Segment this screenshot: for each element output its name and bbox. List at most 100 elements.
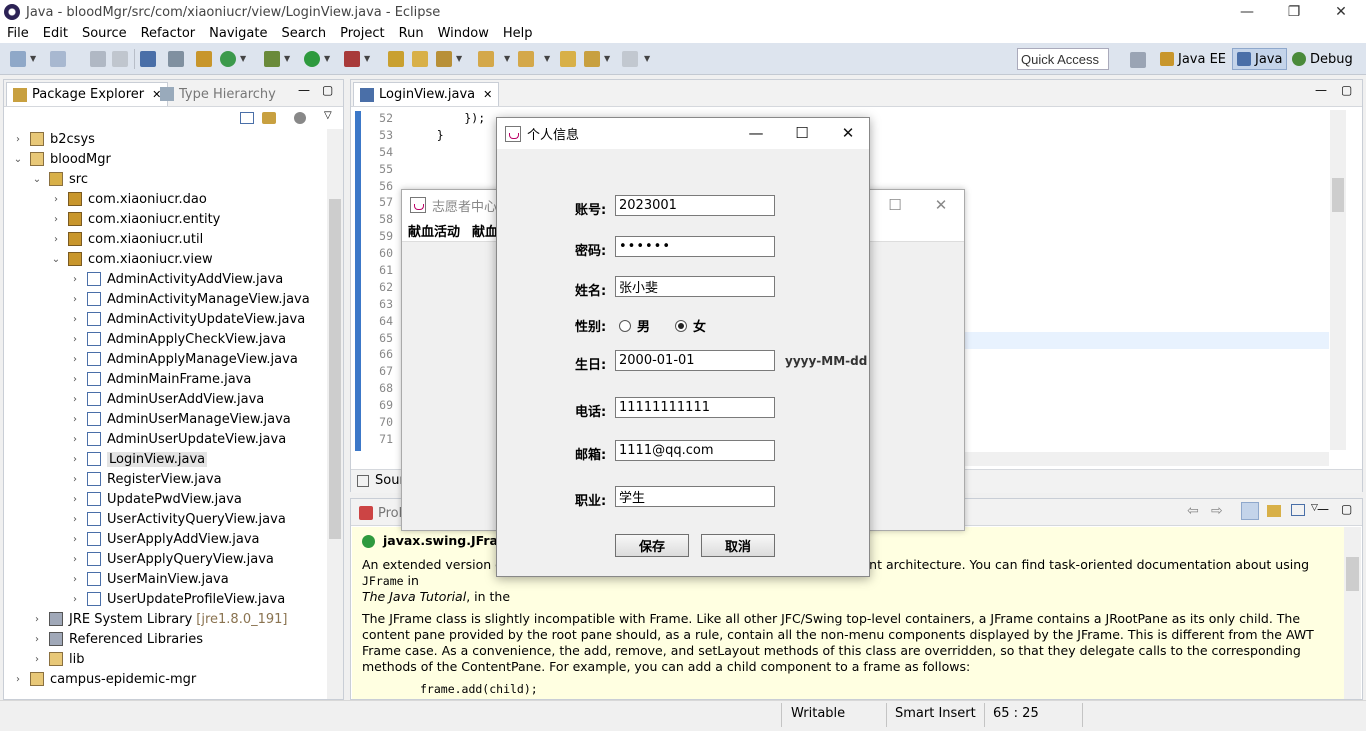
save-icon[interactable] (50, 51, 66, 67)
tree-item[interactable]: › LoginView.java (69, 449, 208, 469)
perspective-java[interactable]: Java (1232, 48, 1288, 70)
link-with-selection-icon[interactable] (1241, 502, 1259, 520)
tree-item[interactable]: › AdminActivityAddView.java (69, 269, 283, 289)
chevron-down-icon[interactable]: ⌄ (50, 254, 62, 265)
menu-blood-activity[interactable]: 献血活动 (402, 221, 466, 240)
last-edit-location-icon[interactable] (560, 51, 576, 67)
skip-breakpoints-icon[interactable] (168, 51, 184, 67)
tree-item[interactable]: ⌄ com.xiaoniucr.view (50, 249, 213, 269)
minimize-button[interactable]: — (1224, 0, 1270, 24)
chevron-right-icon[interactable]: › (69, 274, 81, 285)
tree-item[interactable]: › UserUpdateProfileView.java (69, 589, 285, 609)
close-window-button[interactable]: ✕ (918, 190, 964, 220)
save-button[interactable]: 保存 (615, 534, 689, 557)
collapse-all-icon[interactable] (240, 112, 254, 124)
debug-dropdown-icon[interactable]: ▼ (284, 54, 290, 63)
close-dialog-button[interactable]: ✕ (825, 118, 871, 148)
run-dropdown-icon[interactable]: ▼ (324, 54, 330, 63)
tree-item[interactable]: › AdminUserAddView.java (69, 389, 264, 409)
chevron-right-icon[interactable]: › (12, 134, 24, 145)
perspective-debug[interactable]: Debug (1288, 48, 1357, 70)
chevron-down-icon[interactable]: ⌄ (12, 154, 24, 165)
forward-icon[interactable] (622, 51, 638, 67)
menu-edit[interactable]: Edit (36, 26, 75, 41)
chevron-right-icon[interactable]: › (31, 634, 43, 645)
back-icon[interactable]: ⇦ (1187, 503, 1199, 519)
tree-item[interactable]: › campus-epidemic-mgr (12, 669, 196, 689)
tree-item[interactable]: › AdminUserUpdateView.java (69, 429, 286, 449)
chevron-right-icon[interactable]: › (69, 454, 81, 465)
scrollbar-thumb[interactable] (1346, 557, 1359, 591)
back-icon[interactable] (584, 51, 600, 67)
menu-window[interactable]: Window (431, 26, 496, 41)
javadoc-scrollbar[interactable] (1344, 527, 1361, 699)
chevron-right-icon[interactable]: › (50, 234, 62, 245)
chevron-right-icon[interactable]: › (31, 654, 43, 665)
menu-project[interactable]: Project (333, 26, 391, 41)
tree-item[interactable]: › UpdatePwdView.java (69, 489, 242, 509)
maximize-button[interactable]: ☐ (872, 190, 918, 220)
open-browser-icon[interactable] (1291, 504, 1305, 516)
tree-item[interactable]: › com.xiaoniucr.entity (50, 209, 220, 229)
minimize-view-icon[interactable]: — (1315, 83, 1327, 97)
perspective-java-ee[interactable]: Java EE (1156, 48, 1230, 70)
open-type-icon[interactable] (388, 51, 404, 67)
minimize-button[interactable]: — (733, 118, 779, 148)
chevron-right-icon[interactable]: › (69, 374, 81, 385)
scrollbar-thumb[interactable] (329, 199, 341, 539)
password-field[interactable] (615, 236, 775, 257)
view-menu-icon[interactable] (294, 112, 306, 124)
open-folder-icon[interactable] (412, 51, 428, 67)
tree-item[interactable]: ⌄ src (31, 169, 88, 189)
chevron-right-icon[interactable]: › (69, 414, 81, 425)
chevron-right-icon[interactable]: › (12, 674, 24, 685)
mark-dropdown-icon[interactable]: ▼ (456, 54, 462, 63)
code-line[interactable] (409, 162, 485, 179)
menu-refactor[interactable]: Refactor (134, 26, 203, 41)
chevron-right-icon[interactable]: › (69, 494, 81, 505)
chevron-right-icon[interactable]: › (69, 434, 81, 445)
gender-male-radio[interactable]: 男 (619, 316, 650, 335)
tree-item[interactable]: ⌄ bloodMgr (12, 149, 111, 169)
code-line[interactable]: } (409, 128, 485, 145)
birthday-field[interactable] (615, 350, 775, 371)
new-icon[interactable] (10, 51, 26, 67)
menu-help[interactable]: Help (496, 26, 540, 41)
tab-source[interactable]: Sour (357, 473, 405, 488)
cancel-button[interactable]: 取消 (701, 534, 775, 557)
open-perspective-icon[interactable] (1130, 52, 1146, 68)
chevron-right-icon[interactable]: › (69, 294, 81, 305)
code-line[interactable]: }); (409, 111, 485, 128)
quick-access-input[interactable] (1017, 48, 1109, 70)
tree-item[interactable]: › AdminApplyManageView.java (69, 349, 298, 369)
scrollbar-thumb[interactable] (1332, 178, 1344, 212)
tree-item[interactable]: › AdminApplyCheckView.java (69, 329, 286, 349)
tree-item[interactable]: › AdminMainFrame.java (69, 369, 251, 389)
maximize-view-icon[interactable]: ▢ (1341, 502, 1352, 516)
tree-item[interactable]: › Referenced Libraries (31, 629, 203, 649)
phone-field[interactable] (615, 397, 775, 418)
chevron-right-icon[interactable]: › (69, 554, 81, 565)
restore-button[interactable]: ❐ (1271, 0, 1317, 24)
chevron-right-icon[interactable]: › (69, 534, 81, 545)
chevron-right-icon[interactable]: › (69, 574, 81, 585)
menu-navigate[interactable]: Navigate (202, 26, 274, 41)
maximize-view-icon[interactable]: ▢ (1341, 83, 1352, 97)
tree-item[interactable]: › b2csys (12, 129, 95, 149)
new-java-class-icon[interactable] (220, 51, 236, 67)
back-dropdown-icon[interactable]: ▼ (604, 54, 610, 63)
print-icon[interactable] (112, 51, 128, 67)
forward-icon[interactable]: ⇨ (1211, 503, 1223, 519)
chevron-right-icon[interactable]: › (69, 594, 81, 605)
menu-file[interactable]: File (0, 26, 36, 41)
tree-item[interactable]: › RegisterView.java (69, 469, 222, 489)
chevron-right-icon[interactable]: › (69, 314, 81, 325)
radio-button[interactable] (619, 319, 631, 332)
occupation-field[interactable] (615, 486, 775, 507)
radio-button[interactable] (675, 319, 687, 332)
run-icon[interactable] (304, 51, 320, 67)
menu-run[interactable]: Run (392, 26, 431, 41)
email-field[interactable] (615, 440, 775, 461)
view-menu-dropdown-icon[interactable]: ▽ (324, 110, 332, 121)
menu-source[interactable]: Source (75, 26, 134, 41)
